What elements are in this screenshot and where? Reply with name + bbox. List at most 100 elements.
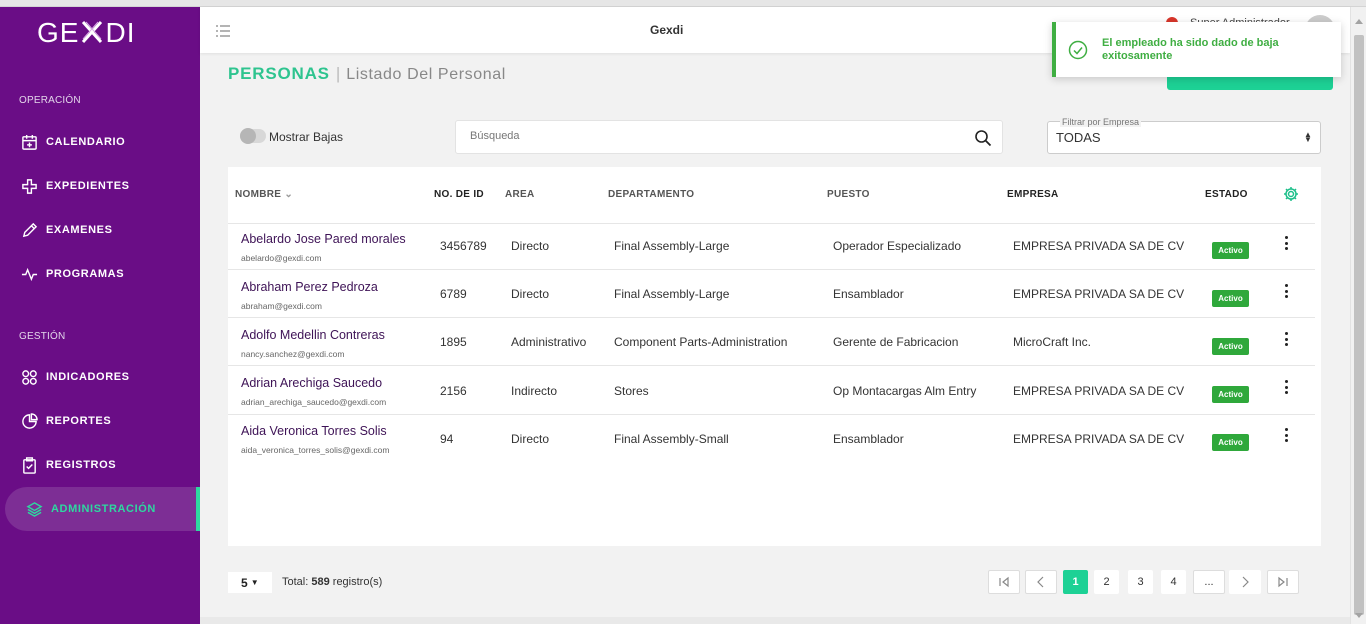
- pie-chart-icon: [20, 412, 38, 430]
- last-page-button[interactable]: [1267, 570, 1299, 594]
- sidebar: GE DI OPERACIÓN CALENDARIO EXPEDIENTES EX…: [0, 7, 200, 624]
- scroll-up-arrow[interactable]: [1355, 19, 1363, 24]
- sidebar-item-programas[interactable]: PROGRAMAS: [0, 252, 200, 296]
- first-page-button[interactable]: [988, 570, 1020, 594]
- grid-icon: [20, 368, 38, 386]
- person-email: abraham@gexdi.com: [241, 301, 322, 311]
- person-name[interactable]: Adolfo Medellin Contreras: [241, 328, 385, 342]
- person-email: abelardo@gexdi.com: [241, 253, 322, 263]
- scroll-down-arrow[interactable]: [1355, 613, 1363, 618]
- person-company: MicroCraft Inc.: [1013, 335, 1092, 349]
- person-area: Directo: [511, 432, 550, 446]
- search-box: [455, 120, 1003, 154]
- chevron-right-icon: [1242, 576, 1249, 588]
- page-button-4[interactable]: 4: [1161, 570, 1186, 594]
- person-id: 6789: [440, 287, 467, 301]
- row-actions-kebab-icon[interactable]: [1282, 331, 1290, 347]
- column-header-id: NO. DE ID: [434, 189, 484, 200]
- scrollbar-thumb[interactable]: [1354, 35, 1364, 615]
- search-icon[interactable]: [974, 129, 992, 147]
- sidebar-item-calendario[interactable]: CALENDARIO: [0, 120, 200, 164]
- page-scrollbar[interactable]: [1350, 7, 1366, 624]
- person-name[interactable]: Abelardo Jose Pared morales: [241, 232, 406, 246]
- sidebar-item-expedientes[interactable]: EXPEDIENTES: [0, 164, 200, 208]
- next-page-button[interactable]: [1229, 570, 1261, 594]
- person-position: Operador Especializado: [833, 239, 962, 253]
- column-header-nombre[interactable]: NOMBRE ⌄: [235, 189, 293, 200]
- person-position: Ensamblador: [833, 287, 904, 301]
- person-name[interactable]: Abraham Perez Pedroza: [241, 280, 378, 294]
- sidebar-item-examenes[interactable]: EXAMENES: [0, 208, 200, 252]
- toast-message: El empleado ha sido dado de baja exitosa…: [1102, 36, 1279, 62]
- sidebar-item-label: REPORTES: [46, 415, 112, 427]
- layers-icon: [25, 500, 43, 518]
- column-header-puesto: PUESTO: [827, 189, 870, 200]
- person-department: Final Assembly-Small: [614, 432, 729, 446]
- table-row[interactable]: Aida Veronica Torres Solis aida_veronica…: [228, 416, 1315, 464]
- browser-top-edge: [0, 0, 1366, 7]
- calendar-plus-icon: [20, 133, 38, 151]
- success-toast[interactable]: El empleado ha sido dado de baja exitosa…: [1052, 22, 1341, 77]
- total-count: 589: [311, 576, 330, 588]
- person-department: Component Parts-Administration: [614, 335, 788, 349]
- sidebar-item-administracion[interactable]: ADMINISTRACIÓN: [5, 487, 200, 531]
- sidebar-item-label: REGISTROS: [46, 459, 117, 471]
- sidebar-item-reportes[interactable]: REPORTES: [0, 399, 200, 443]
- page-button-1[interactable]: 1: [1063, 570, 1088, 594]
- person-id: 2156: [440, 384, 467, 398]
- show-inactive-toggle[interactable]: [240, 128, 266, 144]
- company-filter-value: TODAS: [1056, 130, 1101, 145]
- logo-text-right: DI: [105, 17, 136, 48]
- sidebar-item-label: PROGRAMAS: [46, 268, 125, 280]
- gear-icon[interactable]: [1283, 186, 1299, 202]
- page-button-2[interactable]: 2: [1094, 570, 1119, 594]
- prev-page-button[interactable]: [1025, 570, 1057, 594]
- logo-x-icon: [80, 19, 104, 45]
- sort-chevron-icon[interactable]: ⌄: [284, 189, 293, 200]
- table-row[interactable]: Abelardo Jose Pared morales abelardo@gex…: [228, 224, 1315, 272]
- person-department: Final Assembly-Large: [614, 239, 730, 253]
- sidebar-item-registros[interactable]: REGISTROS: [0, 443, 200, 487]
- check-circle-icon: [1068, 40, 1088, 59]
- person-email: aida_veronica_torres_solis@gexdi.com: [241, 445, 390, 455]
- select-arrows-icon: ▲ ▼: [1304, 130, 1312, 144]
- person-id: 3456789: [440, 239, 487, 253]
- gexdi-logo[interactable]: GE DI: [37, 17, 135, 49]
- section-label-operacion: OPERACIÓN: [19, 95, 81, 106]
- table-row[interactable]: Adrian Arechiga Saucedo adrian_arechiga_…: [228, 368, 1315, 416]
- column-header-area: AREA: [505, 189, 535, 200]
- sidebar-item-indicadores[interactable]: INDICADORES: [0, 355, 200, 399]
- status-badge: Activo: [1212, 242, 1249, 259]
- person-position: Gerente de Fabricacion: [833, 335, 959, 349]
- row-actions-kebab-icon[interactable]: [1282, 235, 1290, 251]
- show-inactive-label: Mostrar Bajas: [269, 130, 344, 144]
- table-row[interactable]: Abraham Perez Pedroza abraham@gexdi.com …: [228, 272, 1315, 320]
- sidebar-item-label: INDICADORES: [46, 371, 130, 383]
- person-id: 1895: [440, 335, 467, 349]
- row-actions-kebab-icon[interactable]: [1282, 379, 1290, 395]
- person-company: EMPRESA PRIVADA SA DE CV: [1013, 384, 1185, 398]
- person-email: adrian_arechiga_saucedo@gexdi.com: [241, 397, 387, 407]
- row-actions-kebab-icon[interactable]: [1282, 427, 1290, 443]
- personas-table: NOMBRE ⌄ NO. DE ID AREA DEPARTAMENTO PUE…: [228, 167, 1321, 546]
- pencil-icon: [20, 221, 38, 239]
- search-input[interactable]: [470, 130, 950, 142]
- person-name[interactable]: Adrian Arechiga Saucedo: [241, 376, 382, 390]
- person-position: Ensamblador: [833, 432, 904, 446]
- row-divider: [228, 414, 1315, 415]
- status-badge: Activo: [1212, 434, 1249, 451]
- person-area: Administrativo: [511, 335, 587, 349]
- page-ellipsis-button[interactable]: ...: [1193, 570, 1225, 594]
- header-title: Gexdi: [650, 23, 684, 37]
- person-name[interactable]: Aida Veronica Torres Solis: [241, 424, 387, 438]
- per-page-select[interactable]: 5 ▼: [228, 572, 272, 593]
- person-company: EMPRESA PRIVADA SA DE CV: [1013, 432, 1185, 446]
- logo-text-left: GE: [37, 17, 80, 48]
- sidebar-item-label: CALENDARIO: [46, 136, 126, 148]
- page-button-3[interactable]: 3: [1128, 570, 1153, 594]
- sidebar-item-label: EXPEDIENTES: [46, 180, 130, 192]
- person-area: Directo: [511, 287, 550, 301]
- row-actions-kebab-icon[interactable]: [1282, 283, 1290, 299]
- table-row[interactable]: Adolfo Medellin Contreras nancy.sanchez@…: [228, 320, 1315, 368]
- menu-toggle-icon[interactable]: [215, 24, 231, 38]
